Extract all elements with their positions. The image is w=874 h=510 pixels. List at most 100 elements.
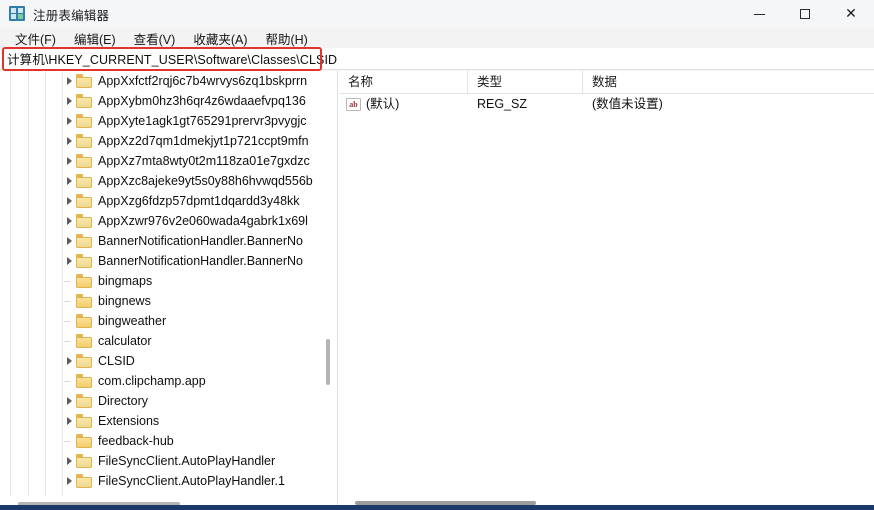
menu-item-help[interactable]: 帮助(H): [256, 28, 316, 49]
chevron-right-icon[interactable]: [62, 191, 76, 211]
folder-icon: [76, 74, 93, 88]
chevron-right-icon[interactable]: [62, 91, 76, 111]
value-name-text: (默认): [366, 97, 400, 111]
column-header-name[interactable]: 名称: [339, 71, 468, 94]
tree-vertical-scrollbar[interactable]: [325, 71, 331, 496]
main-content: AppXxfctf2rqj6c7b4wrvys6zq1bskprrn AppXyb…: [0, 71, 874, 510]
registry-values-pane[interactable]: 名称 类型 数据 ab (默认) REG_SZ (数值未设置): [339, 71, 874, 510]
tree-item-label: bingmaps: [98, 274, 153, 288]
folder-icon: [76, 274, 93, 288]
tree-item-appxz2d7qm1dmekjyt1p721ccpt9mfn[interactable]: AppXz2d7qm1dmekjyt1p721ccpt9mfn: [0, 131, 326, 151]
values-list[interactable]: ab (默认) REG_SZ (数值未设置): [339, 94, 874, 494]
tree-item-label: AppXz7mta8wty0t2m118za01e7gxdzc: [98, 154, 310, 168]
tree-item-appxybm0hz3h6qr4z6wdaaefvpq136[interactable]: AppXybm0hz3h6qr4z6wdaaefvpq136: [0, 91, 326, 111]
tree-item-bingweather[interactable]: bingweather: [0, 311, 326, 331]
tree-item-feedback-hub[interactable]: feedback-hub: [0, 431, 326, 451]
chevron-right-icon[interactable]: [62, 471, 76, 491]
tree-item-clsid[interactable]: CLSID: [0, 351, 326, 371]
menu-item-edit[interactable]: 编辑(E): [65, 28, 125, 49]
registry-path: 计算机\HKEY_CURRENT_USER\Software\Classes\C…: [7, 53, 338, 67]
menu-bar: 文件(F) 编辑(E) 查看(V) 收藏夹(A) 帮助(H): [0, 28, 874, 48]
tree-item-label: FileSyncClient.AutoPlayHandler.1: [98, 474, 285, 488]
registry-tree[interactable]: AppXxfctf2rqj6c7b4wrvys6zq1bskprrn AppXyb…: [0, 71, 326, 496]
tree-item-label: AppXzc8ajeke9yt5s0y88h6hvwqd556b: [98, 174, 313, 188]
chevron-right-icon[interactable]: [62, 411, 76, 431]
chevron-right-icon[interactable]: [62, 71, 76, 91]
value-data-cell: (数值未设置): [592, 97, 663, 111]
table-row[interactable]: ab (默认) REG_SZ (数值未设置): [339, 94, 874, 114]
chevron-right-icon[interactable]: [62, 251, 76, 271]
tree-connector: [64, 301, 70, 302]
minimize-icon: [753, 13, 765, 15]
ab-string-icon: ab: [346, 97, 361, 111]
tree-connector: [64, 321, 70, 322]
tree-item-appxyte1agk1gt765291prervr3pvygjc[interactable]: AppXyte1agk1gt765291prervr3pvygjc: [0, 111, 326, 131]
tree-item-label: AppXyte1agk1gt765291prervr3pvygjc: [98, 114, 307, 128]
tree-item-appxzwr976v2e060wada4gabrk1x69l[interactable]: AppXzwr976v2e060wada4gabrk1x69l: [0, 211, 326, 231]
chevron-right-icon[interactable]: [62, 211, 76, 231]
tree-item-label: Directory: [98, 394, 149, 408]
folder-icon: [76, 134, 93, 148]
folder-icon: [76, 294, 93, 308]
tree-item-calculator[interactable]: calculator: [0, 331, 326, 351]
chevron-right-icon[interactable]: [62, 451, 76, 471]
menu-item-file[interactable]: 文件(F): [6, 28, 65, 49]
chevron-right-icon[interactable]: [62, 171, 76, 191]
tree-item-filesyncclient-autoplayhandler-1[interactable]: FileSyncClient.AutoPlayHandler.1: [0, 471, 326, 491]
tree-item-directory[interactable]: Directory: [0, 391, 326, 411]
tree-item-bannernotificationhandler-bannerno[interactable]: BannerNotificationHandler.BannerNo: [0, 231, 326, 251]
tree-item-appxzg6fdzp57dpmt1dqardd3y48kk[interactable]: AppXzg6fdzp57dpmt1dqardd3y48kk: [0, 191, 326, 211]
tree-item-label: AppXybm0hz3h6qr4z6wdaaefvpq136: [98, 94, 306, 108]
chevron-right-icon[interactable]: [62, 151, 76, 171]
close-icon: ✕: [845, 6, 857, 22]
tree-item-extensions[interactable]: Extensions: [0, 411, 326, 431]
tree-item-label: calculator: [98, 334, 152, 348]
tree-item-label: AppXxfctf2rqj6c7b4wrvys6zq1bskprrn: [98, 74, 308, 88]
column-header-data[interactable]: 数据: [583, 71, 874, 94]
registry-tree-pane[interactable]: AppXxfctf2rqj6c7b4wrvys6zq1bskprrn AppXyb…: [0, 71, 338, 510]
tree-item-bingmaps[interactable]: bingmaps: [0, 271, 326, 291]
folder-icon: [76, 474, 93, 488]
tree-item-label: Extensions: [98, 414, 160, 428]
chevron-right-icon[interactable]: [62, 231, 76, 251]
folder-icon: [76, 434, 93, 448]
maximize-icon: [800, 9, 810, 19]
folder-icon: [76, 414, 93, 428]
tree-item-label: FileSyncClient.AutoPlayHandler: [98, 454, 276, 468]
folder-icon: [76, 374, 93, 388]
close-button[interactable]: ✕: [828, 0, 874, 28]
tree-item-label: BannerNotificationHandler.BannerNo: [98, 254, 303, 268]
chevron-right-icon[interactable]: [62, 131, 76, 151]
menu-item-favorites[interactable]: 收藏夹(A): [184, 28, 256, 49]
tree-item-label: AppXz2d7qm1dmekjyt1p721ccpt9mfn: [98, 134, 309, 148]
registry-editor-icon: [9, 6, 25, 22]
menu-item-view[interactable]: 查看(V): [125, 28, 185, 49]
tree-item-appxxfctf2rqj6c7b4wrvys6zq1bskprrn[interactable]: AppXxfctf2rqj6c7b4wrvys6zq1bskprrn: [0, 71, 326, 91]
chevron-right-icon[interactable]: [62, 391, 76, 411]
address-bar[interactable]: 计算机\HKEY_CURRENT_USER\Software\Classes\C…: [0, 48, 874, 70]
tree-connector: [64, 381, 70, 382]
tree-item-bannernotificationhandler-bannerno[interactable]: BannerNotificationHandler.BannerNo: [0, 251, 326, 271]
chevron-right-icon[interactable]: [62, 351, 76, 371]
tree-item-label: AppXzwr976v2e060wada4gabrk1x69l: [98, 214, 308, 228]
column-header-type[interactable]: 类型: [468, 71, 583, 94]
tree-item-appxz7mta8wty0t2m118za01e7gxdzc[interactable]: AppXz7mta8wty0t2m118za01e7gxdzc: [0, 151, 326, 171]
value-type-cell: REG_SZ: [477, 97, 528, 111]
tree-vertical-scroll-thumb[interactable]: [326, 339, 330, 385]
maximize-button[interactable]: [782, 0, 828, 28]
folder-icon: [76, 234, 93, 248]
tree-item-appxzc8ajeke9yt5s0y88h6hvwqd556b[interactable]: AppXzc8ajeke9yt5s0y88h6hvwqd556b: [0, 171, 326, 191]
chevron-right-icon[interactable]: [62, 111, 76, 131]
folder-icon: [76, 254, 93, 268]
window-title: 注册表编辑器: [33, 8, 110, 23]
tree-connector: [64, 281, 70, 282]
minimize-button[interactable]: [736, 0, 782, 28]
folder-icon: [76, 334, 93, 348]
tree-item-com-clipchamp-app[interactable]: com.clipchamp.app: [0, 371, 326, 391]
folder-icon: [76, 174, 93, 188]
tree-item-bingnews[interactable]: bingnews: [0, 291, 326, 311]
tree-item-filesyncclient-autoplayhandler[interactable]: FileSyncClient.AutoPlayHandler: [0, 451, 326, 471]
folder-icon: [76, 394, 93, 408]
title-bar: 注册表编辑器 ✕: [0, 0, 874, 28]
tree-item-label: com.clipchamp.app: [98, 374, 206, 388]
